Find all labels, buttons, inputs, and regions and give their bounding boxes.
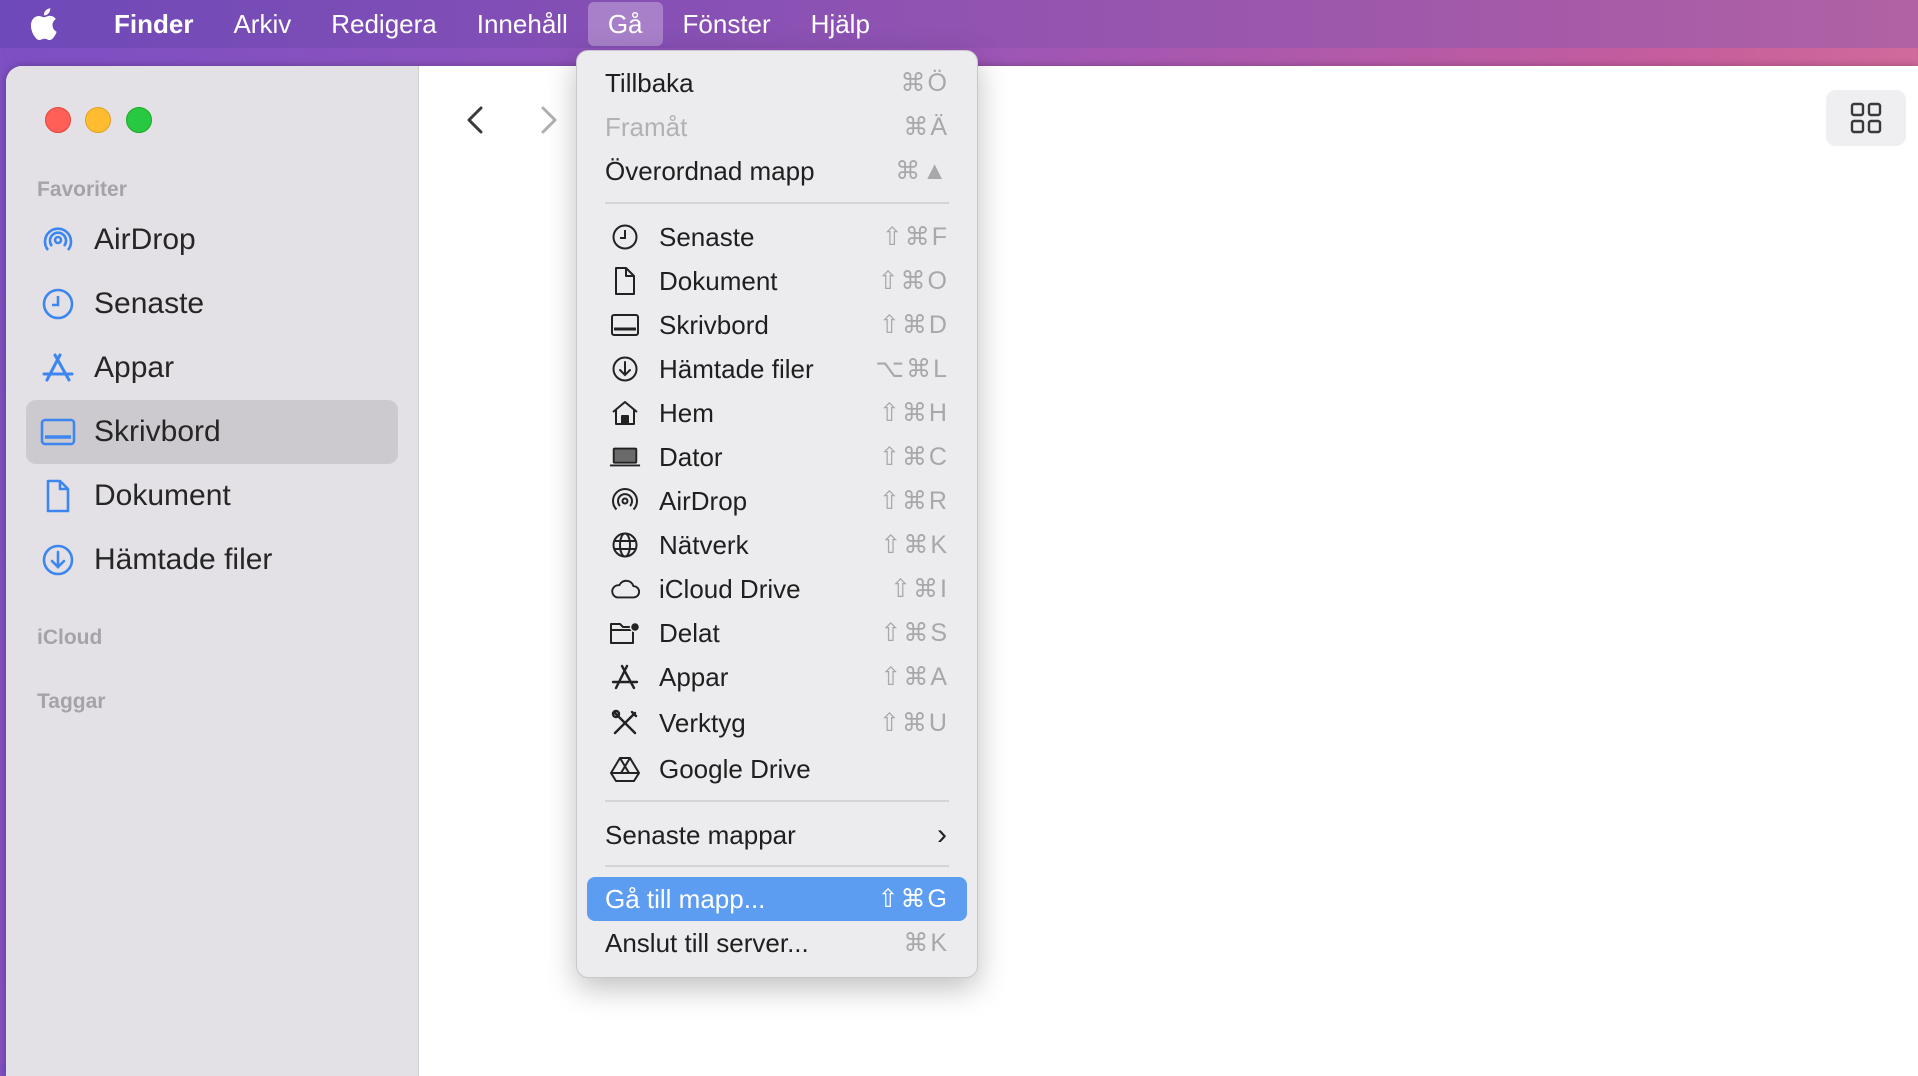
desktop-icon [38,412,78,452]
go-menu-dropdown: Tillbaka ⌘Ö Framåt ⌘Ä Överordnad mapp ⌘▲… [576,50,978,978]
shared-folder-icon [609,617,641,649]
shortcut-label: ⌘Ä [903,113,949,141]
menu-ga[interactable]: Gå [587,2,663,46]
minimize-window-button[interactable] [85,107,111,133]
icloud-header: iCloud [37,626,103,649]
chevron-right-icon: › [937,818,949,851]
menu-bar: Finder Arkiv Redigera Innehåll Gå Fönste… [0,0,1918,48]
sidebar-item-label: Senaste [94,287,205,320]
tags-header: Taggar [37,690,106,713]
shortcut-label: ⌘Ö [900,69,949,97]
airdrop-icon [38,220,78,260]
shortcut-label: ⇧⌘H [878,399,949,427]
google-drive-icon [609,753,641,785]
sidebar-item-label: Skrivbord [94,415,221,448]
shortcut-label: ⇧⌘R [878,487,949,515]
sidebar-item-airdrop[interactable]: AirDrop [26,208,398,272]
apple-menu-icon[interactable] [22,0,66,48]
menu-hjalp[interactable]: Hjälp [791,0,890,48]
shortcut-label: ⇧⌘C [878,443,949,471]
document-icon [609,265,641,297]
sidebar-item-label: Hämtade filer [94,543,273,576]
shortcut-label: ⌥⌘L [875,355,949,383]
menu-innehall[interactable]: Innehåll [457,0,588,48]
download-icon [609,353,641,385]
menu-item-anslut-till-server[interactable]: Anslut till server... ⌘K [587,921,967,965]
menu-item-senaste-mappar[interactable]: Senaste mappar › [587,813,967,857]
forward-button[interactable] [528,100,568,140]
menu-separator [605,202,949,204]
airdrop-icon [609,485,641,517]
home-icon [609,397,641,429]
menu-item-delat[interactable]: Delat ⇧⌘S [587,611,967,655]
menu-separator [605,865,949,867]
sidebar: Favoriter AirDrop Senaste Appar Skrivbor… [6,66,419,1076]
shortcut-label: ⌘▲ [895,157,949,185]
shortcut-label: ⇧⌘U [878,709,949,737]
menu-item-hem[interactable]: Hem ⇧⌘H [587,391,967,435]
menu-fonster[interactable]: Fönster [663,0,791,48]
apps-icon [609,661,641,693]
globe-icon [609,529,641,561]
sidebar-item-label: Appar [94,351,175,384]
shortcut-label: ⇧⌘G [877,885,949,913]
menu-item-appar[interactable]: Appar ⇧⌘A [587,655,967,699]
menu-item-natverk[interactable]: Nätverk ⇧⌘K [587,523,967,567]
close-window-button[interactable] [45,107,71,133]
shortcut-label: ⌘K [903,929,949,957]
shortcut-label: ⇧⌘D [878,311,949,339]
menu-item-senaste[interactable]: Senaste ⇧⌘F [587,215,967,259]
menu-item-skrivbord[interactable]: Skrivbord ⇧⌘D [587,303,967,347]
clock-icon [38,284,78,324]
menu-item-framat: Framåt ⌘Ä [605,111,949,142]
document-icon [38,476,78,516]
sidebar-item-label: AirDrop [94,223,196,256]
apps-icon [38,348,78,388]
back-button[interactable] [456,100,496,140]
shortcut-label: ⇧⌘O [877,267,949,295]
favorites-header: Favoriter [37,178,127,201]
menu-redigera[interactable]: Redigera [311,0,457,48]
menu-item-tillbaka[interactable]: Tillbaka ⌘Ö [587,61,967,105]
sidebar-item-dokument[interactable]: Dokument [26,464,398,528]
desktop-icon [609,309,641,341]
sidebar-item-skrivbord[interactable]: Skrivbord [26,400,398,464]
tools-icon [609,707,641,739]
menu-item-dator[interactable]: Dator ⇧⌘C [587,435,967,479]
laptop-icon [609,441,641,473]
shortcut-label: ⇧⌘S [880,619,949,647]
shortcut-label: ⇧⌘I [890,575,949,603]
cloud-icon [609,573,641,605]
menu-item-google-drive[interactable]: Google Drive [587,747,967,791]
download-icon [38,540,78,580]
menu-item-verktyg[interactable]: Verktyg ⇧⌘U [587,701,967,745]
maximize-window-button[interactable] [126,107,152,133]
clock-icon [609,221,641,253]
chevron-left-icon [467,106,483,134]
sidebar-item-appar[interactable]: Appar [26,336,398,400]
sidebar-item-senaste[interactable]: Senaste [26,272,398,336]
menu-separator [605,800,949,802]
menu-item-airdrop[interactable]: AirDrop ⇧⌘R [587,479,967,523]
menu-item-ga-till-mapp[interactable]: Gå till mapp... ⇧⌘G [587,877,967,921]
view-mode-button[interactable] [1826,90,1906,146]
sidebar-item-label: Dokument [94,479,231,512]
sidebar-item-hamtade-filer[interactable]: Hämtade filer [26,528,398,592]
menu-arkiv[interactable]: Arkiv [213,0,311,48]
menu-finder[interactable]: Finder [94,0,213,48]
shortcut-label: ⇧⌘A [880,663,949,691]
chevron-right-icon [541,106,557,134]
menu-item-hamtade-filer[interactable]: Hämtade filer ⌥⌘L [587,347,967,391]
shortcut-label: ⇧⌘K [880,531,949,559]
menu-item-icloud-drive[interactable]: iCloud Drive ⇧⌘I [587,567,967,611]
menu-item-dokument[interactable]: Dokument ⇧⌘O [587,259,967,303]
shortcut-label: ⇧⌘F [881,223,949,251]
grid-view-icon [1850,102,1882,134]
menu-item-overordnad-mapp[interactable]: Överordnad mapp ⌘▲ [587,149,967,193]
